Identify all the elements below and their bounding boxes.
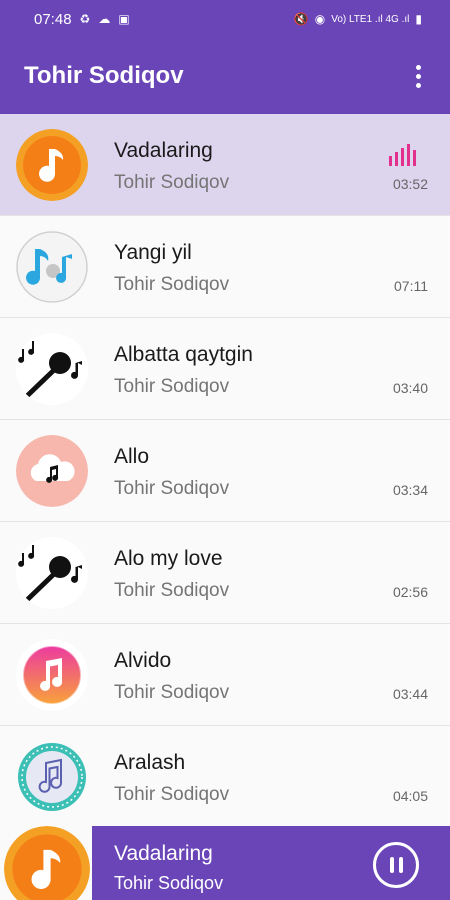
- pause-button[interactable]: [373, 842, 419, 888]
- equalizer-icon: [389, 144, 416, 166]
- blue-music-notes-icon: [16, 231, 88, 303]
- song-title: Albatta qaytgin: [114, 343, 253, 366]
- orange-music-note-icon: [16, 129, 88, 201]
- screenshot-icon: ▣: [118, 12, 130, 26]
- microphone-notes-icon: [16, 537, 88, 609]
- player-album-art-icon[interactable]: [4, 826, 90, 900]
- song-title: Vadalaring: [114, 139, 213, 162]
- song-duration: 03:40: [392, 380, 428, 396]
- song-item-albatta-qaytgin[interactable]: Albatta qaytgin Tohir Sodiqov 03:40: [0, 318, 450, 420]
- song-item-alo-my-love[interactable]: Alo my love Tohir Sodiqov 02:56: [0, 522, 450, 624]
- song-title: Alo my love: [114, 547, 223, 570]
- song-artist: Tohir Sodiqov: [114, 784, 230, 805]
- gradient-music-note-icon: [16, 639, 88, 711]
- sync-icon: ♻: [79, 12, 91, 26]
- song-title: Aralash: [114, 751, 186, 774]
- app-bar: Tohir Sodiqov: [0, 38, 450, 114]
- song-list: Vadalaring Tohir Sodiqov 03:52 Yangi yil…: [0, 114, 450, 828]
- cloud-icon: ☁: [98, 12, 111, 26]
- player-song-title: Vadalaring: [114, 842, 213, 865]
- player-panel[interactable]: Vadalaring Tohir Sodiqov: [92, 826, 450, 900]
- mini-player[interactable]: Vadalaring Tohir Sodiqov: [0, 826, 450, 900]
- menu-dot: [415, 64, 421, 70]
- song-duration: 07:11: [394, 278, 428, 294]
- song-item-alvido[interactable]: Alvido Tohir Sodiqov 03:44: [0, 624, 450, 726]
- song-duration: 03:44: [392, 686, 428, 702]
- microphone-notes-icon: [16, 333, 88, 405]
- song-item-vadalaring[interactable]: Vadalaring Tohir Sodiqov 03:52: [0, 114, 450, 216]
- song-artist: Tohir Sodiqov: [114, 274, 230, 295]
- song-artist: Tohir Sodiqov: [114, 682, 230, 703]
- status-time: 07:48: [34, 10, 72, 28]
- battery-icon: ▮: [415, 12, 422, 26]
- cloud-music-icon: [16, 435, 88, 507]
- song-duration: 04:05: [392, 788, 428, 804]
- page-title: Tohir Sodiqov: [24, 62, 184, 89]
- pause-bar: [389, 857, 394, 873]
- song-title: Alvido: [114, 649, 172, 672]
- song-artist: Tohir Sodiqov: [114, 478, 230, 499]
- menu-dot: [415, 82, 421, 88]
- song-item-yangi-yil[interactable]: Yangi yil Tohir Sodiqov 07:11: [0, 216, 450, 318]
- song-item-allo[interactable]: Allo Tohir Sodiqov 03:34: [0, 420, 450, 522]
- overflow-menu-button[interactable]: [408, 61, 428, 91]
- hotspot-icon: ◉: [314, 12, 326, 26]
- song-title: Allo: [114, 445, 150, 468]
- mute-icon: 🔇: [293, 12, 309, 26]
- song-title: Yangi yil: [114, 241, 192, 264]
- status-bar: 07:48 ♻ ☁ ▣ 🔇 ◉ Vo) LTE1 .ıl 4G .ıl ▮: [0, 0, 450, 38]
- song-duration: 03:34: [392, 482, 428, 498]
- teal-music-note-icon: [16, 741, 88, 813]
- pause-bar: [398, 857, 403, 873]
- song-artist: Tohir Sodiqov: [114, 172, 230, 193]
- signal-info: Vo) LTE1 .ıl 4G .ıl: [331, 13, 410, 25]
- song-artist: Tohir Sodiqov: [114, 376, 230, 397]
- song-duration: 02:56: [392, 584, 428, 600]
- song-item-aralash[interactable]: Aralash Tohir Sodiqov 04:05: [0, 726, 450, 828]
- song-artist: Tohir Sodiqov: [114, 580, 230, 601]
- song-duration: 03:52: [392, 176, 428, 192]
- menu-dot: [415, 73, 421, 79]
- player-song-artist: Tohir Sodiqov: [114, 873, 224, 893]
